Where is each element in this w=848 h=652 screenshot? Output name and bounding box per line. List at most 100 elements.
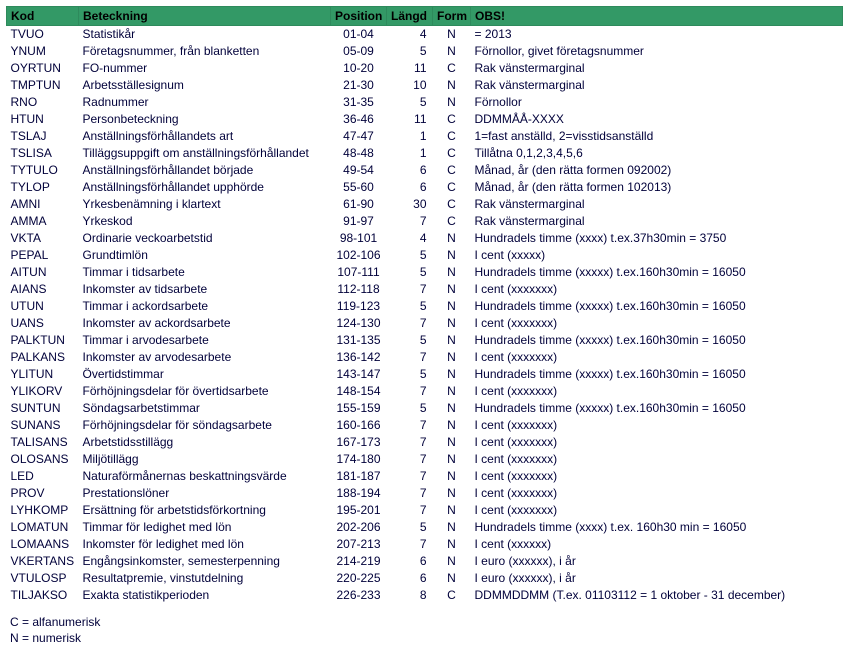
cell-form: N xyxy=(433,536,471,553)
cell-langd: 7 xyxy=(387,434,433,451)
cell-beteckning: Inkomster av arvodesarbete xyxy=(79,349,331,366)
cell-beteckning: Exakta statistikperioden xyxy=(79,587,331,604)
cell-obs: Rak vänstermarginal xyxy=(471,60,843,77)
table-row: YLITUNÖvertidstimmar143-1475NHundradels … xyxy=(7,366,843,383)
cell-kod: UTUN xyxy=(7,298,79,315)
cell-form: N xyxy=(433,451,471,468)
cell-kod: YLIKORV xyxy=(7,383,79,400)
table-row: AITUNTimmar i tidsarbete107-1115NHundrad… xyxy=(7,264,843,281)
cell-langd: 7 xyxy=(387,213,433,230)
cell-obs: I cent (xxxxxxx) xyxy=(471,417,843,434)
cell-kod: SUNTUN xyxy=(7,400,79,417)
cell-position: 136-142 xyxy=(331,349,387,366)
cell-form: N xyxy=(433,281,471,298)
cell-kod: TVUO xyxy=(7,26,79,43)
cell-langd: 5 xyxy=(387,332,433,349)
cell-kod: PROV xyxy=(7,485,79,502)
cell-beteckning: Övertidstimmar xyxy=(79,366,331,383)
cell-form: N xyxy=(433,553,471,570)
cell-form: N xyxy=(433,264,471,281)
cell-langd: 4 xyxy=(387,26,433,43)
cell-form: N xyxy=(433,94,471,111)
col-header-kod: Kod xyxy=(7,7,79,26)
cell-kod: AMNI xyxy=(7,196,79,213)
table-row: AMNIYrkesbenämning i klartext61-9030CRak… xyxy=(7,196,843,213)
cell-obs: I cent (xxxxxxx) xyxy=(471,502,843,519)
table-row: LOMATUNTimmar för ledighet med lön202-20… xyxy=(7,519,843,536)
cell-position: 91-97 xyxy=(331,213,387,230)
cell-position: 05-09 xyxy=(331,43,387,60)
cell-obs: I euro (xxxxxx), i år xyxy=(471,553,843,570)
cell-form: C xyxy=(433,60,471,77)
cell-langd: 7 xyxy=(387,502,433,519)
cell-position: 160-166 xyxy=(331,417,387,434)
table-row: TYLOPAnställningsförhållandet upphörde55… xyxy=(7,179,843,196)
field-spec-table: Kod Beteckning Position Längd Form OBS! … xyxy=(6,6,843,604)
legend: C = alfanumerisk N = numerisk xyxy=(10,614,842,646)
cell-kod: PALKTUN xyxy=(7,332,79,349)
cell-position: 155-159 xyxy=(331,400,387,417)
table-row: HTUNPersonbeteckning36-4611CDDMMÅÅ-XXXX xyxy=(7,111,843,128)
table-row: PALKANSInkomster av arvodesarbete136-142… xyxy=(7,349,843,366)
cell-langd: 5 xyxy=(387,298,433,315)
cell-beteckning: Radnummer xyxy=(79,94,331,111)
cell-form: N xyxy=(433,400,471,417)
cell-beteckning: Arbetsställesignum xyxy=(79,77,331,94)
cell-obs: I cent (xxxxxxx) xyxy=(471,434,843,451)
table-row: TMPTUNArbetsställesignum21-3010NRak väns… xyxy=(7,77,843,94)
cell-obs: I cent (xxxxxxx) xyxy=(471,451,843,468)
cell-obs: Hundradels timme (xxxxx) t.ex.160h30min … xyxy=(471,366,843,383)
cell-beteckning: Grundtimlön xyxy=(79,247,331,264)
table-row: AIANSInkomster av tidsarbete112-1187NI c… xyxy=(7,281,843,298)
cell-beteckning: Förhöjningsdelar för övertidsarbete xyxy=(79,383,331,400)
table-header-row: Kod Beteckning Position Längd Form OBS! xyxy=(7,7,843,26)
cell-kod: VKTA xyxy=(7,230,79,247)
cell-position: 01-04 xyxy=(331,26,387,43)
table-body: TVUOStatistikår01-044N= 2013YNUMFöretags… xyxy=(7,26,843,604)
cell-kod: LOMAANS xyxy=(7,536,79,553)
cell-beteckning: Förhöjningsdelar för söndagsarbete xyxy=(79,417,331,434)
col-header-langd: Längd xyxy=(387,7,433,26)
cell-position: 167-173 xyxy=(331,434,387,451)
cell-form: N xyxy=(433,77,471,94)
cell-beteckning: Yrkeskod xyxy=(79,213,331,230)
cell-beteckning: Naturaförmånernas beskattningsvärde xyxy=(79,468,331,485)
cell-position: 98-101 xyxy=(331,230,387,247)
cell-langd: 7 xyxy=(387,383,433,400)
table-row: UTUNTimmar i ackordsarbete119-1235NHundr… xyxy=(7,298,843,315)
cell-obs: DDMMDDMM (T.ex. 01103112 = 1 oktober - 3… xyxy=(471,587,843,604)
cell-kod: YLITUN xyxy=(7,366,79,383)
col-header-beteckning: Beteckning xyxy=(79,7,331,26)
legend-c: C = alfanumerisk xyxy=(10,614,842,630)
cell-beteckning: Arbetstidsstillägg xyxy=(79,434,331,451)
cell-beteckning: Anställningsförhållandets art xyxy=(79,128,331,145)
cell-langd: 5 xyxy=(387,400,433,417)
col-header-obs: OBS! xyxy=(471,7,843,26)
cell-obs: I cent (xxxxxxx) xyxy=(471,468,843,485)
table-row: PROVPrestationslöner188-1947NI cent (xxx… xyxy=(7,485,843,502)
cell-beteckning: Tilläggsuppgift om anställningsförhållan… xyxy=(79,145,331,162)
cell-obs: = 2013 xyxy=(471,26,843,43)
cell-form: N xyxy=(433,26,471,43)
cell-obs: Månad, år (den rätta formen 102013) xyxy=(471,179,843,196)
cell-form: N xyxy=(433,485,471,502)
cell-obs: I euro (xxxxxx), i år xyxy=(471,570,843,587)
cell-kod: TSLAJ xyxy=(7,128,79,145)
cell-langd: 30 xyxy=(387,196,433,213)
cell-langd: 7 xyxy=(387,349,433,366)
cell-obs: Hundradels timme (xxxxx) t.ex.160h30min … xyxy=(471,400,843,417)
cell-position: 21-30 xyxy=(331,77,387,94)
cell-kod: OLOSANS xyxy=(7,451,79,468)
cell-position: 195-201 xyxy=(331,502,387,519)
cell-obs: I cent (xxxxxxx) xyxy=(471,349,843,366)
cell-form: N xyxy=(433,519,471,536)
cell-form: N xyxy=(433,247,471,264)
cell-form: C xyxy=(433,145,471,162)
cell-form: C xyxy=(433,111,471,128)
cell-position: 119-123 xyxy=(331,298,387,315)
table-row: TSLISATilläggsuppgift om anställningsför… xyxy=(7,145,843,162)
cell-obs: 1=fast anställd, 2=visstidsanställd xyxy=(471,128,843,145)
cell-obs: Rak vänstermarginal xyxy=(471,213,843,230)
cell-position: 148-154 xyxy=(331,383,387,400)
cell-langd: 4 xyxy=(387,230,433,247)
